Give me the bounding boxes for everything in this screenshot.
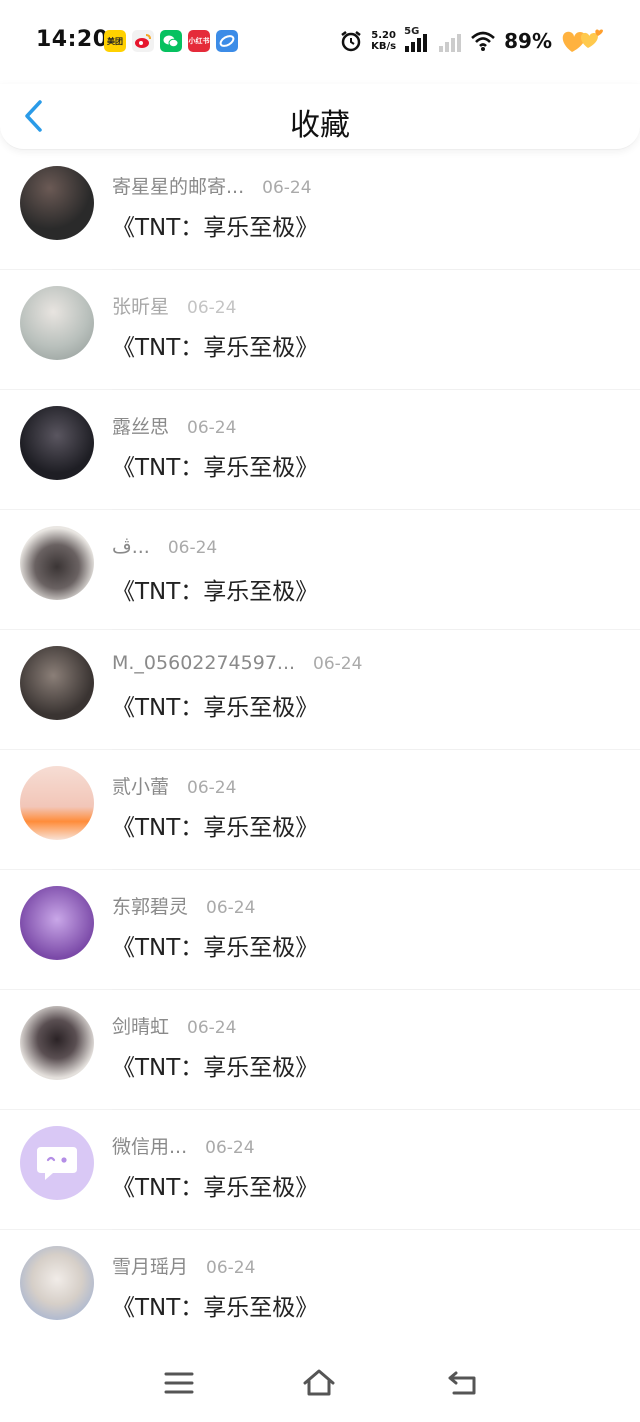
item-meta: 东郭碧灵 06-24 bbox=[112, 892, 255, 919]
menu-icon bbox=[164, 1372, 194, 1394]
item-title[interactable]: 《TNT：享乐至极》 bbox=[112, 448, 318, 482]
date: 06-24 bbox=[313, 654, 363, 674]
list-item[interactable]: 雪月瑶月 06-24 《TNT：享乐至极》 bbox=[0, 1230, 640, 1350]
home-button[interactable] bbox=[302, 1368, 336, 1398]
cell-signal-2-icon bbox=[439, 34, 462, 52]
avatar[interactable] bbox=[20, 886, 94, 960]
hearts-battery-icon bbox=[562, 29, 603, 52]
item-meta: ڤ... 06-24 bbox=[112, 536, 217, 558]
avatar[interactable] bbox=[20, 1006, 94, 1080]
username[interactable]: 剑晴虹 bbox=[112, 1012, 169, 1039]
date: 06-24 bbox=[206, 898, 256, 918]
username[interactable]: 贰小蕾 bbox=[112, 772, 169, 799]
item-meta: 贰小蕾 06-24 bbox=[112, 772, 236, 799]
item-title[interactable]: 《TNT：享乐至极》 bbox=[112, 1288, 318, 1322]
alarm-icon bbox=[341, 31, 361, 52]
list-item[interactable]: ڤ... 06-24 《TNT：享乐至极》 bbox=[0, 510, 640, 630]
date: 06-24 bbox=[205, 1138, 255, 1158]
wifi-icon bbox=[471, 31, 495, 51]
date: 06-24 bbox=[187, 1018, 237, 1038]
system-nav-bar bbox=[0, 1342, 640, 1422]
username[interactable]: 张昕星 bbox=[112, 292, 169, 319]
item-title[interactable]: 《TNT：享乐至极》 bbox=[112, 208, 318, 242]
meituan-icon: 美团 bbox=[104, 30, 126, 52]
menu-button[interactable] bbox=[162, 1368, 196, 1398]
date: 06-24 bbox=[187, 418, 237, 438]
status-right: 5.20 KB/s 5G 89% bbox=[339, 26, 604, 56]
list-item[interactable]: 露丝思 06-24 《TNT：享乐至极》 bbox=[0, 390, 640, 510]
battery-level: 89% bbox=[504, 29, 552, 53]
avatar[interactable] bbox=[20, 1246, 94, 1320]
username[interactable]: M._05602274597... bbox=[112, 652, 295, 674]
avatar[interactable] bbox=[20, 526, 94, 600]
date: 06-24 bbox=[187, 298, 237, 318]
weibo-icon bbox=[132, 30, 154, 52]
date: 06-24 bbox=[206, 1258, 256, 1278]
list-item[interactable]: 张昕星 06-24 《TNT：享乐至极》 bbox=[0, 270, 640, 390]
list-item[interactable]: 寄星星的邮寄... 06-24 《TNT：享乐至极》 bbox=[0, 150, 640, 270]
item-title[interactable]: 《TNT：享乐至极》 bbox=[112, 808, 318, 842]
cell-signal-5g: 5G bbox=[404, 26, 430, 52]
back-arrow-icon bbox=[448, 1371, 476, 1395]
list-item[interactable]: M._05602274597... 06-24 《TNT：享乐至极》 bbox=[0, 630, 640, 750]
status-bar: 14:20 美团 小红书 5.20 KB/s 5G 89% bbox=[0, 0, 640, 84]
item-meta: 微信用... 06-24 bbox=[112, 1132, 255, 1159]
top-app-bar: 收藏 bbox=[0, 84, 640, 150]
list-item[interactable]: 贰小蕾 06-24 《TNT：享乐至极》 bbox=[0, 750, 640, 870]
browser-icon bbox=[216, 30, 238, 52]
list-item[interactable]: 东郭碧灵 06-24 《TNT：享乐至极》 bbox=[0, 870, 640, 990]
notification-app-icons: 美团 小红书 bbox=[104, 30, 238, 52]
date: 06-24 bbox=[167, 538, 218, 558]
avatar[interactable] bbox=[20, 1126, 94, 1200]
username[interactable]: 微信用... bbox=[112, 1132, 187, 1159]
item-meta: 雪月瑶月 06-24 bbox=[112, 1252, 255, 1279]
username[interactable]: 寄星星的邮寄... bbox=[112, 172, 244, 199]
avatar[interactable] bbox=[20, 286, 94, 360]
item-meta: 剑晴虹 06-24 bbox=[112, 1012, 236, 1039]
item-meta: 露丝思 06-24 bbox=[112, 412, 236, 439]
back-nav-button[interactable] bbox=[446, 1368, 480, 1398]
item-title[interactable]: 《TNT：享乐至极》 bbox=[112, 1048, 318, 1082]
net-speed: 5.20 KB/s bbox=[371, 30, 397, 52]
item-title[interactable]: 《TNT：享乐至极》 bbox=[112, 928, 318, 962]
item-meta: 张昕星 06-24 bbox=[112, 292, 236, 319]
xiaohongshu-icon: 小红书 bbox=[188, 30, 210, 52]
list-item[interactable]: 微信用... 06-24 《TNT：享乐至极》 bbox=[0, 1110, 640, 1230]
avatar[interactable] bbox=[20, 406, 94, 480]
default-avatar-icon bbox=[37, 1147, 77, 1180]
favorites-list: 寄星星的邮寄... 06-24 《TNT：享乐至极》 张昕星 06-24 《TN… bbox=[0, 150, 640, 1350]
item-title[interactable]: 《TNT：享乐至极》 bbox=[112, 1168, 318, 1202]
item-title[interactable]: 《TNT：享乐至极》 bbox=[112, 688, 318, 722]
status-time: 14:20 bbox=[36, 27, 109, 52]
list-item[interactable]: 剑晴虹 06-24 《TNT：享乐至极》 bbox=[0, 990, 640, 1110]
item-meta: 寄星星的邮寄... 06-24 bbox=[112, 172, 312, 199]
item-title[interactable]: 《TNT：享乐至极》 bbox=[112, 572, 318, 606]
username[interactable]: 雪月瑶月 bbox=[112, 1252, 188, 1279]
wechat-icon bbox=[160, 30, 182, 52]
date: 06-24 bbox=[262, 178, 312, 198]
date: 06-24 bbox=[187, 778, 237, 798]
home-icon bbox=[303, 1369, 335, 1396]
page-title: 收藏 bbox=[290, 108, 350, 143]
username[interactable]: 露丝思 bbox=[112, 412, 169, 439]
username[interactable]: ڤ... bbox=[112, 536, 150, 558]
username[interactable]: 东郭碧灵 bbox=[112, 892, 188, 919]
avatar[interactable] bbox=[20, 166, 94, 240]
avatar[interactable] bbox=[20, 766, 94, 840]
avatar[interactable] bbox=[20, 646, 94, 720]
item-meta: M._05602274597... 06-24 bbox=[112, 652, 362, 674]
item-title[interactable]: 《TNT：享乐至极》 bbox=[112, 328, 318, 362]
